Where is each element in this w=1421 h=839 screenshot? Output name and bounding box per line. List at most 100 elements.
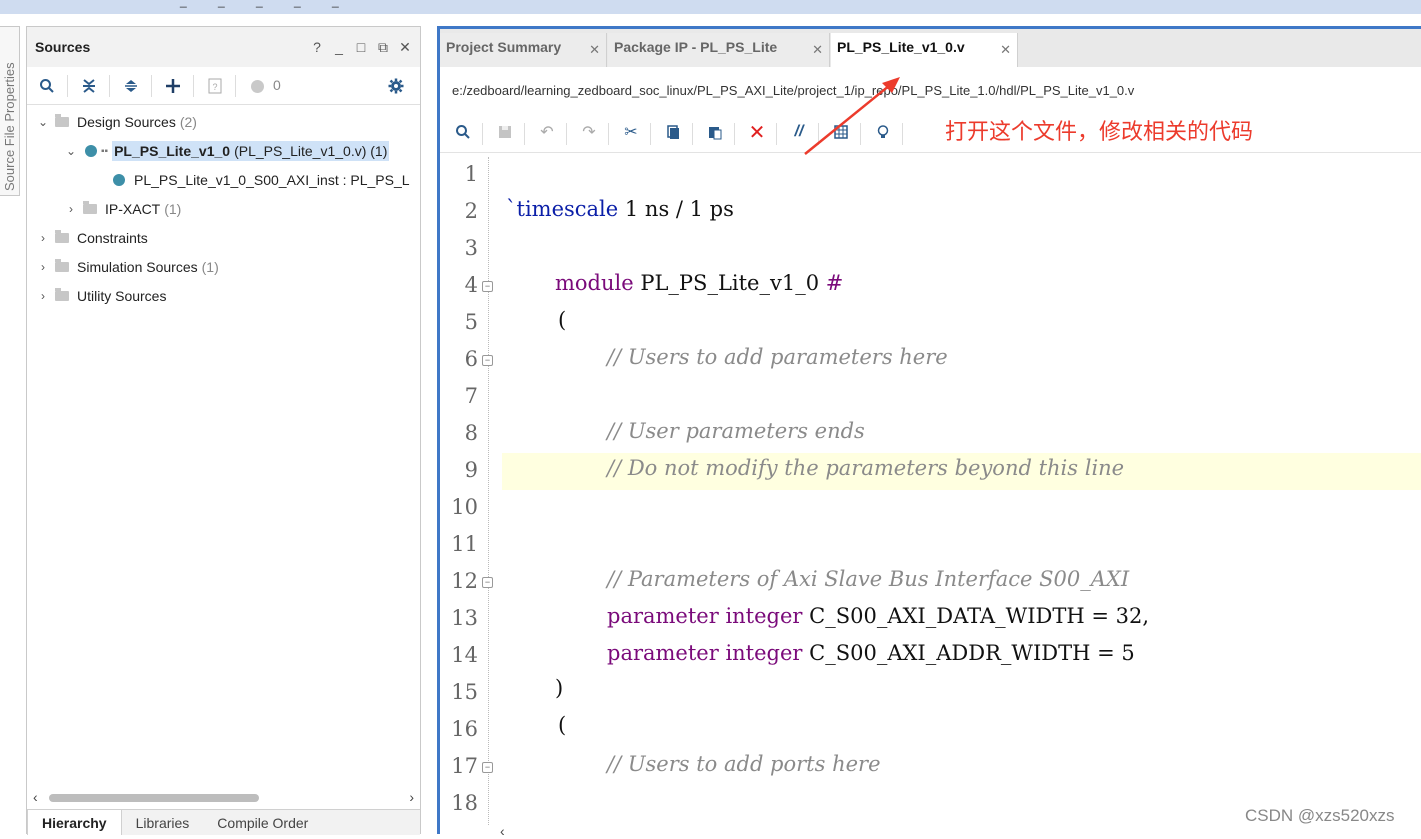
sources-bottom-tabs: Hierarchy Libraries Compile Order	[27, 809, 420, 835]
scroll-right-icon[interactable]: ›	[409, 789, 414, 805]
sources-horizontal-scrollbar[interactable]: ‹ ›	[27, 789, 420, 805]
fold-toggle-icon[interactable]: −	[482, 355, 493, 366]
editor-tabs: Project Summary ✕ Package IP - PL_PS_Lite…	[440, 29, 1421, 67]
fold-toggle-icon[interactable]: −	[482, 281, 493, 292]
tree-count: (1)	[164, 201, 182, 217]
tree-label: Constraints	[77, 230, 148, 246]
collapse-all-icon[interactable]	[79, 76, 99, 96]
editor-panel: Project Summary ✕ Package IP - PL_PS_Lite…	[437, 26, 1421, 839]
tree-utility-sources[interactable]: › Utility Sources	[37, 283, 166, 309]
scroll-thumb[interactable]	[49, 794, 259, 802]
save-icon[interactable]	[494, 121, 516, 143]
close-icon[interactable]: ✕	[589, 42, 600, 58]
maximize-icon[interactable]: □	[354, 39, 368, 56]
chevron-down-icon[interactable]: ⌄	[65, 144, 77, 158]
tree-count: (1)	[201, 259, 219, 275]
panel-window-controls: ? _ □ ⧉ ✕	[310, 39, 412, 56]
code-line-9: // Do not modify the parameters beyond t…	[607, 456, 1125, 480]
chevron-right-icon[interactable]: ›	[37, 289, 49, 303]
tree-design-sources[interactable]: ⌄ Design Sources (2)	[37, 109, 197, 135]
line-number: 8	[464, 421, 478, 445]
folder-icon	[55, 288, 69, 301]
sources-panel: Sources ? _ □ ⧉ ✕ ? 0 ⌄ Design Sources (…	[26, 26, 421, 835]
line-number: 17	[451, 754, 478, 778]
tab-hierarchy[interactable]: Hierarchy	[27, 810, 122, 835]
tab-pl-ps-lite-v[interactable]: PL_PS_Lite_v1_0.v ✕	[831, 33, 1018, 67]
tree-label: Utility Sources	[77, 288, 167, 304]
code-line-17: // Users to add ports here	[607, 752, 881, 776]
scroll-left-icon[interactable]: ‹	[500, 823, 505, 839]
folder-icon	[83, 201, 97, 214]
selected-item[interactable]: PL_PS_Lite_v1_0 (PL_PS_Lite_v1_0.v) (1)	[112, 141, 390, 161]
copy-icon[interactable]	[662, 121, 684, 143]
search-icon[interactable]	[452, 121, 474, 143]
chevron-right-icon[interactable]: ›	[37, 231, 49, 245]
minimize-icon[interactable]: _	[332, 39, 346, 56]
verilog-file-icon	[85, 145, 97, 157]
code-line-6: // Users to add parameters here	[607, 345, 948, 369]
code-text: C_S00_AXI_ADDR_WIDTH = 5	[802, 641, 1135, 665]
paste-icon[interactable]	[704, 121, 726, 143]
chevron-right-icon[interactable]: ›	[37, 260, 49, 274]
expand-all-icon[interactable]	[121, 76, 141, 96]
gutter-divider	[488, 157, 489, 825]
tree-constraints[interactable]: › Constraints	[37, 225, 148, 251]
delete-icon[interactable]: ✕	[746, 121, 768, 144]
hierarchy-top-icon: ▪▪	[101, 145, 109, 157]
search-icon[interactable]	[37, 76, 57, 96]
sources-toolbar: ? 0	[27, 67, 420, 105]
undo-icon[interactable]: ↶	[536, 121, 558, 143]
tab-package-ip[interactable]: Package IP - PL_PS_Lite ✕	[608, 33, 830, 67]
cut-icon[interactable]: ✂	[620, 121, 642, 143]
folder-icon	[55, 230, 69, 243]
float-icon[interactable]: ⧉	[376, 39, 390, 56]
code-line-15: )	[555, 676, 564, 700]
close-icon[interactable]: ✕	[398, 39, 412, 56]
chevron-down-icon[interactable]: ⌄	[37, 115, 49, 129]
help-icon[interactable]: ?	[310, 39, 324, 56]
code-line-2: `timescale 1 ns / 1 ps	[506, 197, 734, 221]
tab-compile-order[interactable]: Compile Order	[203, 810, 322, 835]
fold-toggle-icon[interactable]: −	[482, 577, 493, 588]
line-number: 4	[464, 273, 478, 297]
folder-icon	[55, 259, 69, 272]
tree-top-module[interactable]: ⌄ ▪▪ PL_PS_Lite_v1_0 (PL_PS_Lite_v1_0.v)…	[65, 138, 390, 164]
tab-libraries[interactable]: Libraries	[122, 810, 204, 835]
code-text: C_S00_AXI_DATA_WIDTH = 32,	[802, 604, 1149, 628]
code-line-4: module PL_PS_Lite_v1_0 #	[555, 271, 843, 295]
line-number: 1	[464, 162, 478, 186]
side-tab-label: Source File Properties	[2, 62, 17, 191]
watermark: CSDN @xzs520xzs	[1245, 806, 1395, 825]
keyword: parameter integer	[607, 641, 803, 665]
line-number: 16	[451, 717, 478, 741]
source-file-properties-side-tab[interactable]: Source File Properties	[0, 26, 20, 196]
folder-icon	[55, 114, 69, 127]
line-number: 15	[451, 680, 478, 704]
tree-ipxact[interactable]: › IP-XACT (1)	[65, 196, 181, 222]
tab-label: Project Summary	[446, 39, 562, 55]
add-icon[interactable]	[163, 76, 183, 96]
fold-toggle-icon[interactable]: −	[482, 762, 493, 773]
code-line-12: // Parameters of Axi Slave Bus Interface…	[607, 567, 1130, 591]
line-number: 11	[451, 532, 478, 556]
line-number: 5	[464, 310, 478, 334]
line-number: 10	[451, 495, 478, 519]
file-path: e:/zedboard/learning_zedboard_soc_linux/…	[452, 83, 1135, 98]
sources-header: Sources ? _ □ ⧉ ✕	[27, 27, 420, 67]
chevron-right-icon[interactable]: ›	[65, 202, 77, 216]
tree-inst[interactable]: PL_PS_Lite_v1_0_S00_AXI_inst : PL_PS_L	[113, 167, 410, 193]
sources-title: Sources	[35, 39, 91, 55]
gear-icon[interactable]	[386, 76, 406, 96]
tab-project-summary[interactable]: Project Summary ✕	[440, 33, 607, 67]
scroll-left-icon[interactable]: ‹	[33, 789, 38, 805]
tree-simulation-sources[interactable]: › Simulation Sources (1)	[37, 254, 219, 280]
code-line-13: parameter integer C_S00_AXI_DATA_WIDTH =…	[607, 604, 1149, 628]
keyword: module	[555, 271, 634, 295]
tab-label: Package IP - PL_PS_Lite	[614, 39, 778, 55]
unknown-file-icon[interactable]: ?	[205, 76, 225, 96]
annotation-text: 打开这个文件，修改相关的代码	[945, 119, 1254, 144]
editor-toolbar: ↶ ↷ ✂ ✕ //	[440, 113, 1421, 153]
close-icon[interactable]: ✕	[1000, 42, 1011, 58]
redo-icon[interactable]: ↷	[578, 121, 600, 143]
close-icon[interactable]: ✕	[812, 42, 823, 58]
